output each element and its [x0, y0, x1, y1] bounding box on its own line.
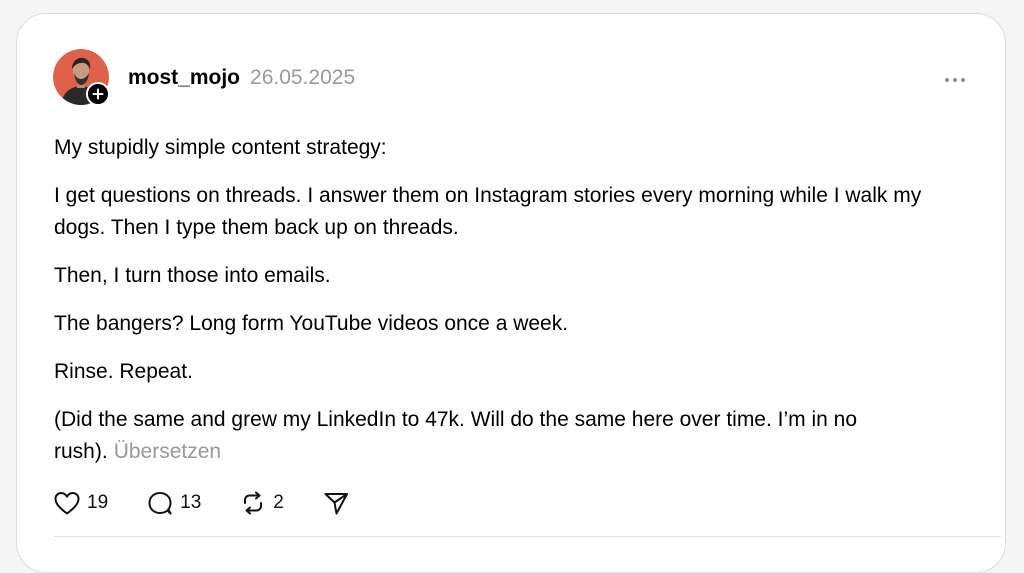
- heart-icon: [54, 492, 80, 515]
- like-count: 19: [87, 492, 109, 513]
- plus-icon: [92, 88, 104, 100]
- send-icon: [324, 493, 348, 515]
- avatar[interactable]: [53, 49, 110, 106]
- post-header: most_mojo 26.05.2025: [128, 66, 355, 96]
- post-paragraph: My stupidly simple content strategy:: [54, 136, 387, 159]
- thread-post-card: most_mojo 26.05.2025 My stupidly simple …: [16, 13, 1006, 573]
- more-horizontal-icon: [945, 78, 965, 82]
- post-body: My stupidly simple content strategy: I g…: [54, 132, 974, 484]
- post-paragraph: Then, I turn those into emails.: [54, 264, 331, 287]
- post-paragraph: I get questions on threads. I answer the…: [54, 184, 922, 239]
- comment-icon: [148, 492, 172, 515]
- repost-count: 2: [273, 492, 284, 513]
- post-paragraph: Rinse. Repeat.: [54, 360, 193, 383]
- follow-button[interactable]: [86, 82, 110, 106]
- divider: [53, 536, 1001, 537]
- repost-icon: [244, 491, 263, 515]
- like-button[interactable]: 19: [53, 490, 108, 516]
- post-actions: 19 13 2: [53, 488, 388, 518]
- reply-button[interactable]: 13: [146, 490, 201, 516]
- post-paragraph: The bangers? Long form YouTube videos on…: [54, 312, 569, 335]
- more-options-button[interactable]: [942, 69, 968, 91]
- translate-link[interactable]: Übersetzen: [114, 440, 221, 463]
- repost-button[interactable]: 2: [239, 490, 284, 516]
- share-button[interactable]: [322, 490, 350, 516]
- post-date: 26.05.2025: [250, 66, 356, 89]
- username-link[interactable]: most_mojo: [128, 66, 240, 90]
- post-paragraph-last: (Did the same and grew my LinkedIn to 47…: [54, 404, 974, 468]
- reply-count: 13: [180, 492, 202, 513]
